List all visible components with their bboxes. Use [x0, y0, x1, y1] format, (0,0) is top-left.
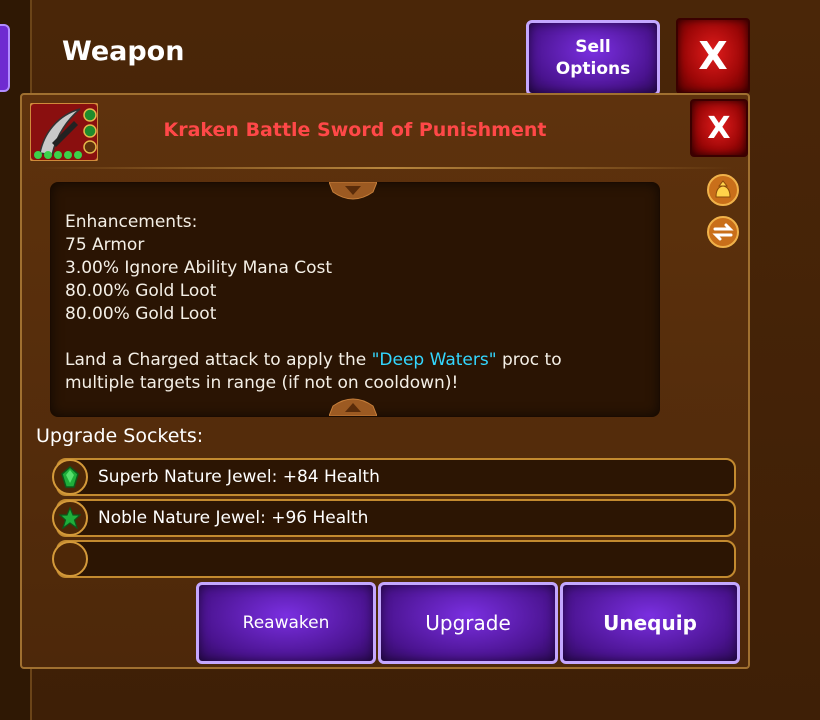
- socket-row-empty[interactable]: [52, 540, 736, 578]
- upgrade-label: Upgrade: [425, 611, 511, 635]
- swap-icon[interactable]: [706, 215, 740, 249]
- enhancement-line: 80.00% Gold Loot: [65, 281, 217, 301]
- socket-label: Superb Nature Jewel: +84 Health: [98, 467, 380, 487]
- enhancements-heading: Enhancements:: [65, 212, 198, 232]
- close-window-button[interactable]: X: [676, 18, 750, 94]
- proc-text-after: proc to: [496, 350, 562, 370]
- gold-bag-icon[interactable]: [706, 173, 740, 207]
- description-text: Enhancements: 75 Armor 3.00% Ignore Abil…: [65, 211, 645, 395]
- socket-label: Noble Nature Jewel: +96 Health: [98, 508, 369, 528]
- close-item-button[interactable]: X: [690, 99, 748, 157]
- description-box[interactable]: Enhancements: 75 Armor 3.00% Ignore Abil…: [50, 182, 660, 417]
- proc-text-before: Land a Charged attack to apply the: [65, 350, 372, 370]
- reawaken-label: Reawaken: [242, 613, 330, 633]
- scroll-up-icon[interactable]: [329, 396, 377, 416]
- options-label: Options: [555, 59, 631, 79]
- enhancement-line: 75 Armor: [65, 235, 145, 255]
- scroll-down-icon[interactable]: [329, 182, 377, 202]
- reawaken-button[interactable]: Reawaken: [196, 582, 376, 664]
- close-icon: X: [707, 110, 731, 146]
- empty-socket-icon: [52, 541, 88, 577]
- close-icon: X: [698, 34, 728, 78]
- socket-row[interactable]: Superb Nature Jewel: +84 Health: [52, 458, 736, 496]
- upgrade-sockets-label: Upgrade Sockets:: [36, 425, 204, 447]
- socket-row[interactable]: Noble Nature Jewel: +96 Health: [52, 499, 736, 537]
- unequip-label: Unequip: [603, 611, 697, 635]
- enhancement-line: 3.00% Ignore Ability Mana Cost: [65, 258, 333, 278]
- unequip-button[interactable]: Unequip: [560, 582, 740, 664]
- divider: [36, 167, 734, 169]
- enhancement-line: 80.00% Gold Loot: [65, 304, 217, 324]
- item-name: Kraken Battle Sword of Punishment: [163, 119, 547, 141]
- proc-name: "Deep Waters": [371, 350, 497, 370]
- page-title: Weapon: [62, 36, 185, 67]
- item-detail-panel: Kraken Battle Sword of Punishment X Enha…: [20, 93, 750, 669]
- sell-options-button[interactable]: Sell Options: [526, 20, 660, 96]
- green-star-gem-icon: [52, 500, 88, 536]
- upgrade-button[interactable]: Upgrade: [378, 582, 558, 664]
- green-gem-icon: [52, 459, 88, 495]
- side-tab[interactable]: [0, 24, 10, 92]
- sell-label: Sell: [575, 37, 611, 57]
- proc-line: Land a Charged attack to apply the "Deep…: [65, 349, 645, 372]
- proc-line-2: multiple targets in range (if not on coo…: [65, 373, 459, 393]
